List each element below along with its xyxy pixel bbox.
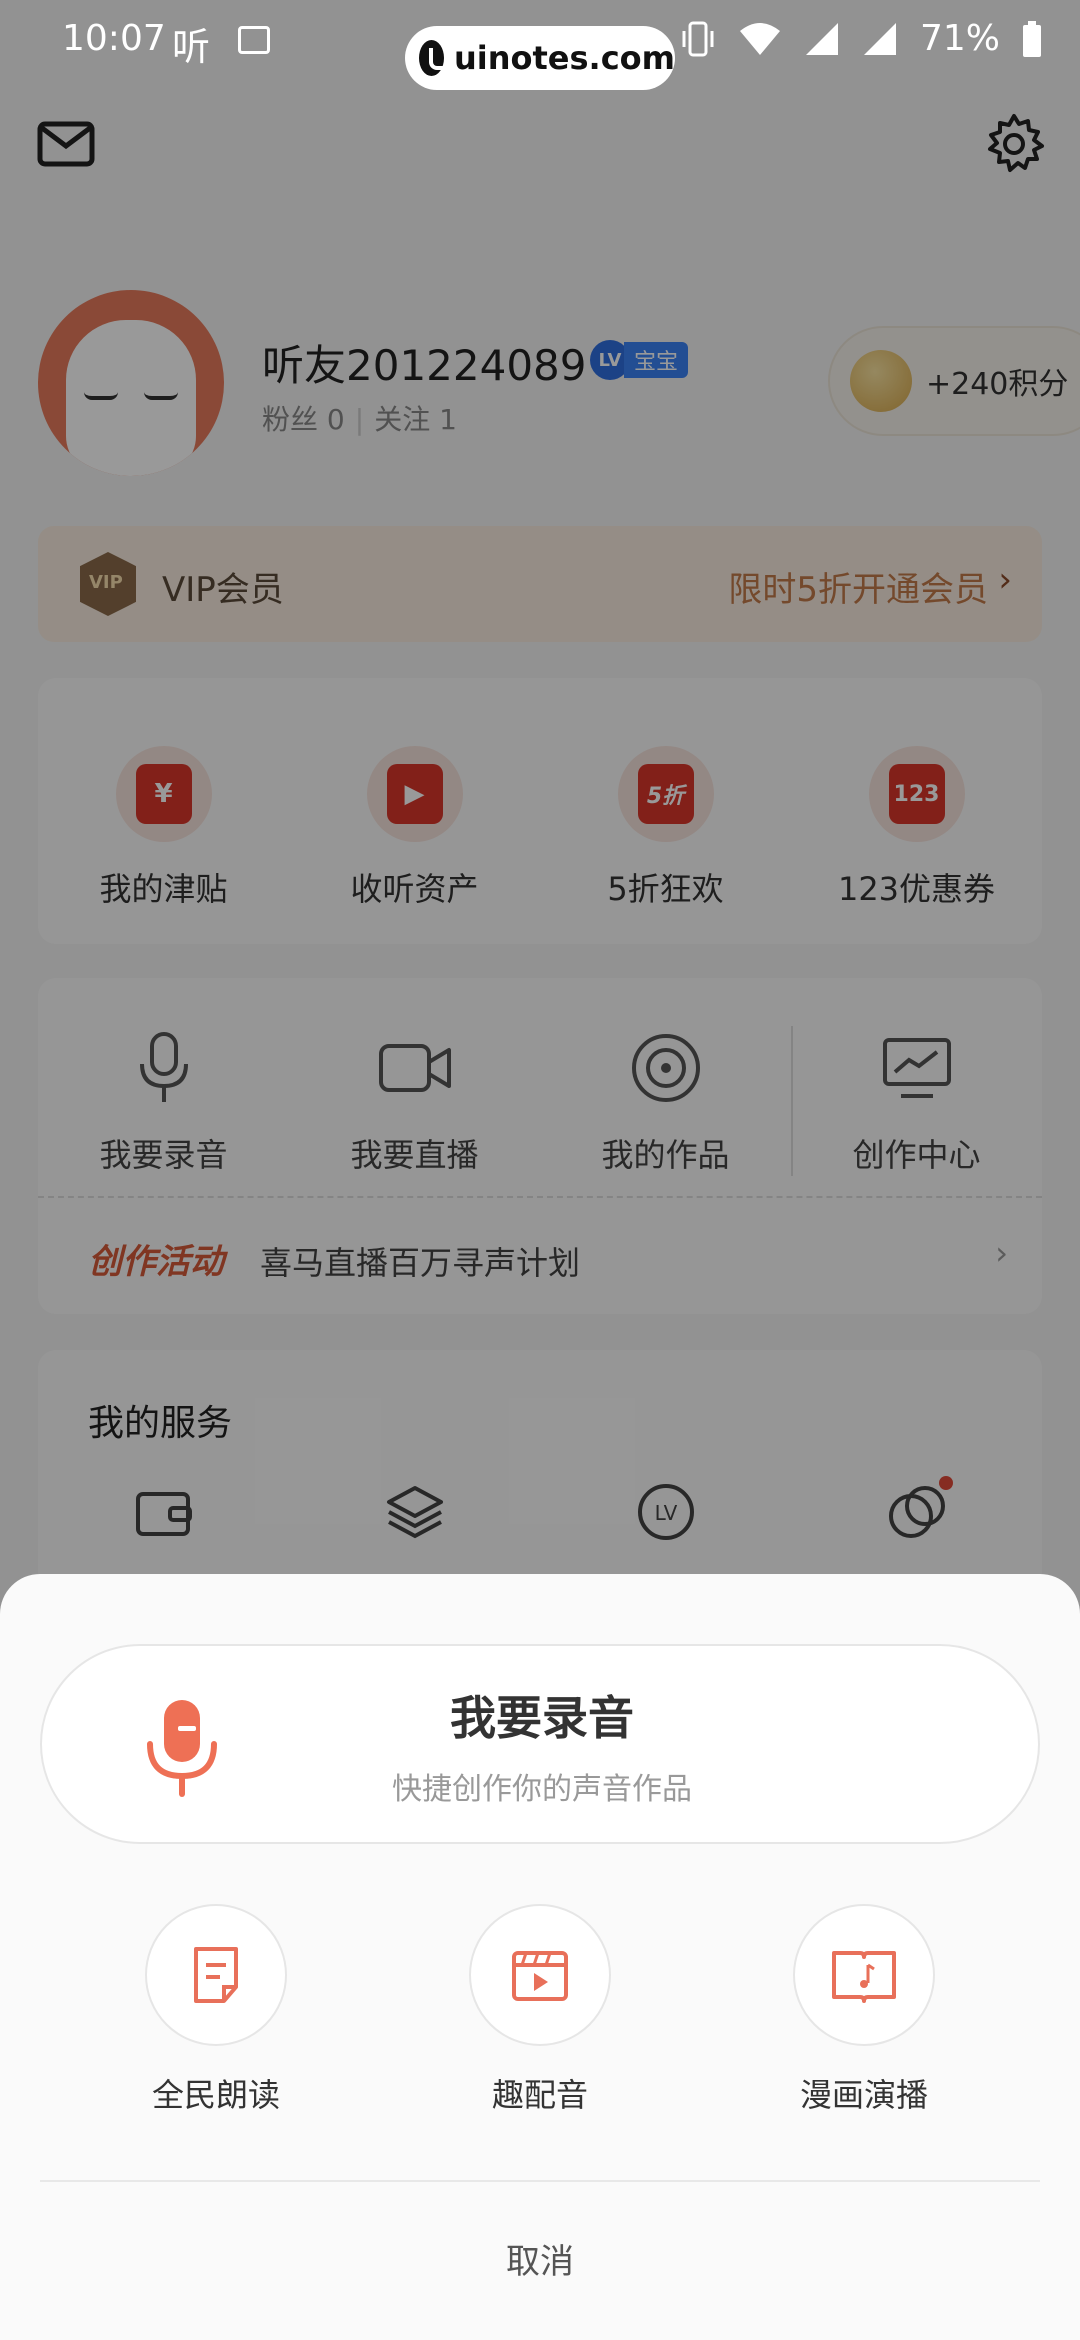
record-audio-button[interactable]: 我要录音 快捷创作你的声音作品 (40, 1644, 1040, 1844)
image-notification-icon (238, 26, 270, 54)
record-bottom-sheet: 我要录音 快捷创作你的声音作品 全民朗读 趣配音 漫画演播 取消 (0, 1574, 1080, 2340)
battery-percent: 71% (919, 18, 1000, 59)
battery-icon (1023, 20, 1041, 57)
open-book-music-icon (793, 1904, 935, 2046)
app-notification-icon: 听 (172, 25, 211, 69)
clock: 10:07 (62, 18, 166, 59)
record-subtitle: 快捷创作你的声音作品 (392, 1772, 692, 1807)
signal-icon (863, 22, 896, 55)
wifi-icon (739, 22, 780, 55)
divider (40, 2180, 1040, 2182)
option-fun-dubbing[interactable]: 趣配音 (430, 1904, 650, 2116)
vibrate-icon (682, 21, 714, 56)
document-icon (145, 1904, 287, 2046)
option-comic-performance[interactable]: 漫画演播 (754, 1904, 974, 2116)
record-title: 我要录音 (450, 1691, 634, 1745)
watermark-logo-icon (419, 40, 453, 76)
cancel-button[interactable]: 取消 (0, 2234, 1080, 2283)
watermark: uinotes.com (405, 26, 675, 90)
clapper-video-icon (469, 1904, 611, 2046)
signal-icon (805, 22, 838, 55)
option-read-aloud[interactable]: 全民朗读 (106, 1904, 326, 2116)
